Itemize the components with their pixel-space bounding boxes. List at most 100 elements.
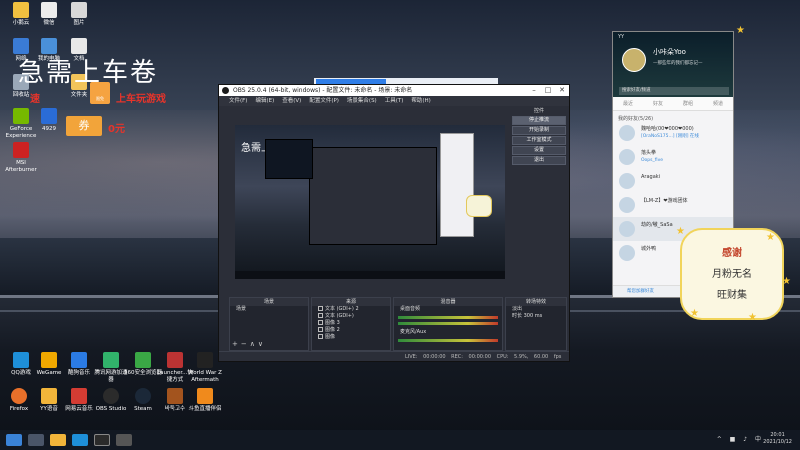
preview-yy-panel — [440, 133, 474, 237]
qq-taskbar-icon[interactable] — [72, 434, 88, 446]
sticker-line3: 旺财集 — [717, 290, 747, 301]
list-item[interactable]: Aragaki — [613, 169, 733, 193]
avatar — [619, 245, 635, 261]
coupon-tail: 0元 — [108, 124, 125, 135]
source-item[interactable]: 图像 2 — [312, 327, 390, 334]
friend-group-header[interactable]: 我的好友(5/26) — [613, 111, 733, 122]
app-icon — [13, 352, 29, 368]
maximize-icon[interactable]: □ — [541, 85, 555, 96]
menu-help[interactable]: 帮助(H) — [411, 96, 430, 106]
desktop-icon[interactable]: 4929 — [30, 108, 68, 133]
tab-friends[interactable]: 好友 — [653, 100, 663, 107]
sticker-line2: 月粉无名 — [712, 269, 752, 280]
obs-preview[interactable]: 急需上车卷 — [235, 125, 505, 279]
yy-header: YY 小咔朵Yoo —那些年的我们都忘记— 搜索好友/频道 — [613, 32, 733, 97]
star-icon: ★ — [676, 226, 685, 237]
menu-tools[interactable]: 工具(T) — [385, 96, 404, 106]
obs-taskbar-icon[interactable] — [94, 434, 110, 446]
source-item[interactable]: 文本 (GDI+) — [312, 313, 390, 320]
desktop-icon[interactable]: MSI Afterburner — [2, 142, 40, 174]
settings-button[interactable]: 设置 — [512, 146, 566, 155]
app-icon — [71, 388, 87, 404]
tab-recent[interactable]: 最近 — [623, 100, 633, 107]
source-item[interactable]: 文本 (GDI+) 2 — [312, 306, 390, 313]
obs-icon — [103, 388, 119, 404]
menu-edit[interactable]: 编辑(E) — [255, 96, 274, 106]
scenes-toolbar[interactable]: +−∧∨ — [232, 340, 266, 348]
app-icon — [41, 388, 57, 404]
preview-nested-window — [265, 139, 313, 179]
scene-item[interactable]: 场景 — [230, 306, 308, 313]
menu-file[interactable]: 文件(F) — [229, 96, 247, 106]
menu-scene-collection[interactable]: 场景集合(S) — [347, 96, 377, 106]
controls-header: 控件 — [533, 108, 544, 114]
avatar — [619, 125, 635, 141]
source-item[interactable]: 图像 3 — [312, 320, 390, 327]
transition-duration[interactable]: 时长 300 ms — [506, 313, 566, 320]
yy-taskbar-icon[interactable] — [50, 434, 66, 446]
sources-dock-title: 来源 — [312, 298, 390, 306]
obs-logo-icon — [222, 87, 229, 94]
promo-title: 急需上车卷 — [18, 58, 159, 88]
app-icon — [103, 352, 119, 368]
source-item[interactable]: 图像 — [312, 334, 390, 341]
app-icon — [197, 352, 213, 368]
start-icon[interactable] — [6, 434, 22, 446]
obs-window[interactable]: OBS 25.0.4 (64-bit, windows) - 配置文件: 未命名… — [218, 84, 570, 362]
sources-dock: 来源 文本 (GDI+) 2 文本 (GDI+) 图像 3 图像 2 图像 — [311, 297, 391, 351]
avatar — [619, 149, 635, 165]
transitions-dock: 转场特效 淡出 时长 300 ms — [505, 297, 567, 351]
desktop-icon[interactable]: 图片 — [60, 2, 98, 27]
transitions-dock-title: 转场特效 — [506, 298, 566, 306]
desktop-icon[interactable]: 斗鱼直播伴侣 — [186, 388, 224, 413]
cortana-icon[interactable] — [28, 434, 44, 446]
app-icon — [135, 352, 151, 368]
yy-signature[interactable]: —那些年的我们都忘记— — [653, 60, 703, 66]
list-item[interactable]: 魏哈哈(00❤000❤000) [OraNoS175...] [刚刚] 在线 — [613, 121, 733, 145]
yy-search-input[interactable]: 搜索好友/频道 — [619, 87, 729, 95]
system-tray[interactable]: ^ ■ ♪ 中 — [717, 434, 764, 443]
start-recording-button[interactable]: 开始录制 — [512, 126, 566, 135]
obs-titlebar[interactable]: OBS 25.0.4 (64-bit, windows) - 配置文件: 未命名… — [219, 85, 569, 96]
app-icon — [13, 2, 29, 18]
list-item[interactable]: 落头拳 Oops_five — [613, 145, 733, 169]
image-icon — [318, 334, 323, 339]
promo-red-right: 上车玩游戏 — [116, 94, 166, 105]
star-icon: ★ — [782, 276, 791, 287]
obs-studio-taskbar-icon[interactable] — [116, 434, 132, 446]
text-icon — [318, 306, 323, 311]
app-icon — [197, 388, 213, 404]
audio-meter — [398, 316, 498, 319]
app-icon — [41, 108, 57, 124]
menu-profile[interactable]: 配置文件(P) — [309, 96, 339, 106]
mixer-dock-title: 混音器 — [394, 298, 502, 306]
app-icon — [41, 2, 57, 18]
obs-docks: 场景 场景 +−∧∨ 来源 文本 (GDI+) 2 文本 (GDI+) 图像 3… — [229, 297, 567, 351]
firefox-icon — [11, 388, 27, 404]
taskbar-clock[interactable]: 20:01 2021/10/12 — [763, 432, 792, 446]
transition-select[interactable]: 淡出 — [506, 306, 566, 313]
menu-view[interactable]: 查看(V) — [282, 96, 301, 106]
exit-button[interactable]: 退出 — [512, 156, 566, 165]
scenes-dock-title: 场景 — [230, 298, 308, 306]
studio-mode-button[interactable]: 工作室模式 — [512, 136, 566, 145]
tab-channels[interactable]: 频道 — [713, 100, 723, 107]
stop-streaming-button[interactable]: 停止推流 — [512, 116, 566, 125]
tab-groups[interactable]: 群组 — [683, 100, 693, 107]
coupon-badge: 券 — [66, 116, 102, 136]
list-item[interactable]: 【LM-Z】❤游戏团体 — [613, 193, 733, 217]
taskbar: ^ ■ ♪ 中 20:01 2021/10/12 — [0, 430, 800, 450]
preview-taskbar — [235, 271, 505, 279]
avatar[interactable] — [622, 48, 646, 72]
minimize-icon[interactable]: – — [527, 85, 541, 96]
audio-meter — [398, 322, 498, 325]
app-icon — [167, 388, 183, 404]
mixer-channel-label: 桌面音频 — [400, 306, 421, 312]
app-icon — [41, 352, 57, 368]
close-icon[interactable]: ✕ — [555, 85, 569, 96]
obs-menubar: 文件(F) 编辑(E) 查看(V) 配置文件(P) 场景集合(S) 工具(T) … — [219, 96, 569, 106]
star-icon: ★ — [766, 232, 775, 243]
avatar — [619, 197, 635, 213]
yy-tabs: 最近 好友 群组 频道 — [613, 97, 733, 111]
audio-meter — [398, 339, 498, 342]
